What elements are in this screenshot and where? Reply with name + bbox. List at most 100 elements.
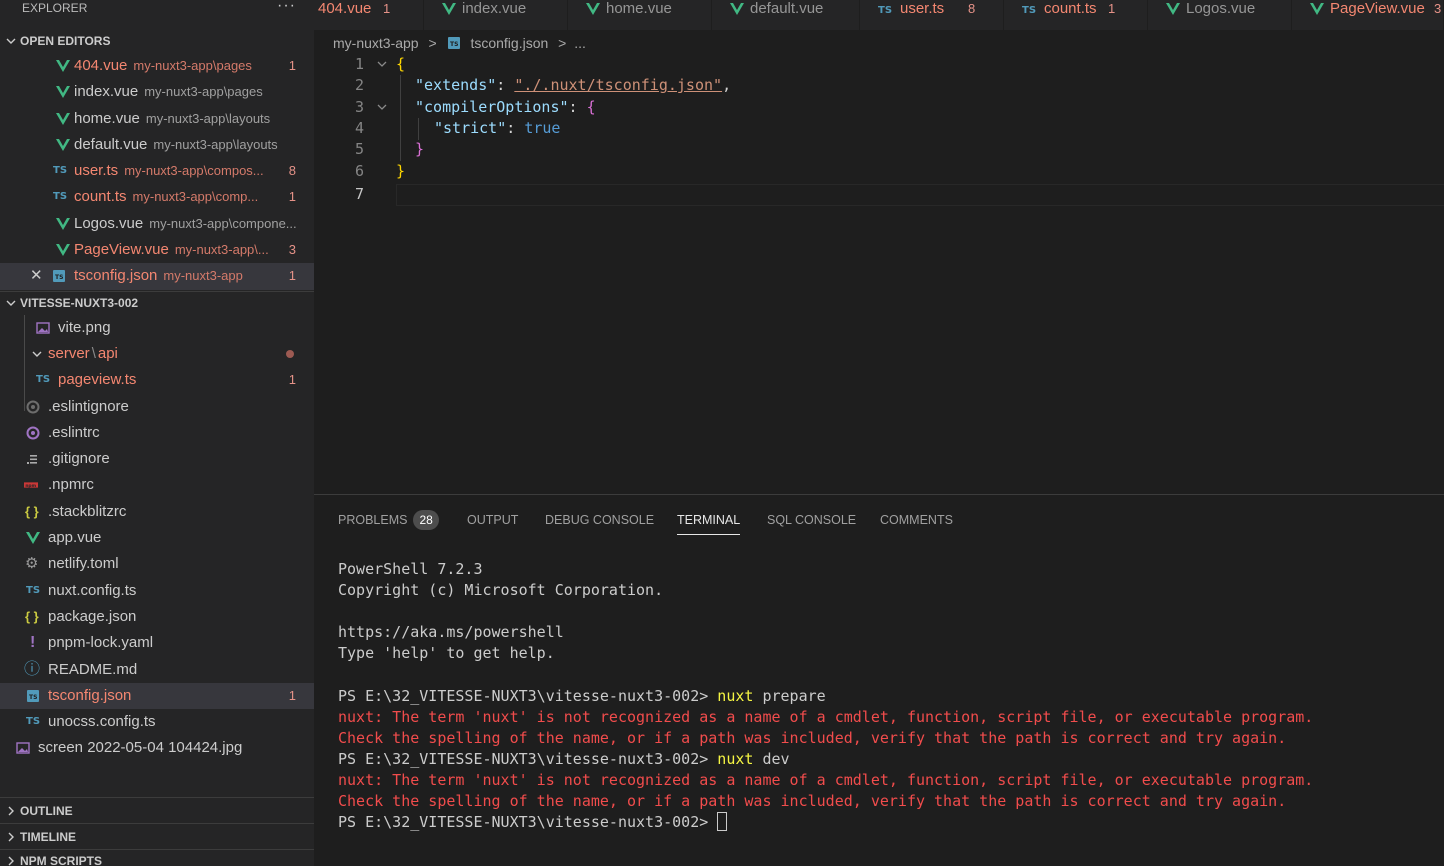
- open-editor-count-ts[interactable]: TS count.ts my-nuxt3-app\comp... 1: [0, 184, 314, 210]
- file-tree: vite.png server \ api TS pageview.ts 1 .es…: [0, 314, 314, 762]
- close-icon[interactable]: ✕: [30, 263, 43, 289]
- tree-item-package-json[interactable]: { } package.json: [0, 604, 314, 630]
- tree-item-eslintignore[interactable]: .eslintignore: [0, 394, 314, 420]
- tab-count-ts[interactable]: TS count.ts 1: [1004, 0, 1148, 30]
- chevron-right-icon: [8, 806, 14, 816]
- explorer-title: EXPLORER ···: [0, 0, 314, 18]
- image-icon: [36, 321, 50, 334]
- json-key: "compilerOptions": [415, 97, 569, 116]
- tab-terminal[interactable]: TERMINAL: [677, 507, 741, 535]
- tab-label: SQL CONSOLE: [767, 513, 857, 527]
- file-name: .stackblitzrc: [48, 502, 127, 520]
- tree-item-stackblitzrc[interactable]: { } .stackblitzrc: [0, 499, 314, 525]
- open-editor-index-vue[interactable]: index.vue my-nuxt3-app\pages: [0, 79, 314, 105]
- timeline-label: TIMELINE: [20, 830, 76, 844]
- timeline-header[interactable]: TIMELINE: [0, 823, 314, 849]
- file-name: .gitignore: [48, 450, 110, 468]
- fold-chevron-icon[interactable]: [376, 97, 388, 118]
- tree-item-app-vue[interactable]: app.vue: [0, 525, 314, 551]
- open-editor-pageview-vue[interactable]: PageView.vue my-nuxt3-app\... 3: [0, 237, 314, 263]
- tab-output[interactable]: OUTPUT: [467, 507, 518, 535]
- ts-icon: TS: [53, 165, 68, 177]
- terminal-line: PowerShell 7.2.3: [338, 560, 483, 578]
- tree-item-pnpm-lock-yaml[interactable]: ! pnpm-lock.yaml: [0, 630, 314, 656]
- file-name: app.vue: [48, 529, 102, 547]
- tree-item-gitignore[interactable]: .gitignore: [0, 446, 314, 472]
- code-line-3: "compilerOptions": {: [396, 97, 596, 118]
- tree-item-npmrc[interactable]: npm .npmrc: [0, 472, 314, 498]
- tab-label: COMMENTS: [880, 513, 953, 527]
- project-header[interactable]: VITESSE-NUXT3-002: [0, 290, 314, 313]
- code-line-1: {: [396, 54, 405, 75]
- tree-item-vite-png[interactable]: vite.png: [0, 315, 314, 341]
- project-label: VITESSE-NUXT3-002: [20, 295, 139, 310]
- open-editor-home-vue[interactable]: home.vue my-nuxt3-app\layouts: [0, 106, 314, 132]
- terminal-output[interactable]: PowerShell 7.2.3 Copyright (c) Microsoft…: [338, 559, 1313, 833]
- open-editor-user-ts[interactable]: TS user.ts my-nuxt3-app\compos... 8: [0, 158, 314, 184]
- terminal-error-line: nuxt: The term 'nuxt' is not recognized …: [338, 707, 1314, 726]
- terminal-cursor[interactable]: [717, 812, 728, 832]
- chevron-down-icon: [32, 351, 42, 357]
- problem-count-badge: 1: [288, 268, 296, 284]
- outline-header[interactable]: OUTLINE: [0, 797, 314, 823]
- breadcrumb-symbol[interactable]: ...: [574, 33, 586, 53]
- tree-item-readme-md[interactable]: ⓘ README.md: [0, 657, 314, 683]
- file-name: nuxt.config.ts: [48, 581, 137, 599]
- file-path: my-nuxt3-app\...: [174, 242, 269, 258]
- tab-user-ts[interactable]: TS user.ts 8: [860, 0, 1004, 30]
- more-actions-icon[interactable]: ···: [277, 0, 296, 14]
- folder-name: api: [97, 344, 118, 362]
- tree-folder-server-api[interactable]: server \ api: [0, 341, 314, 367]
- file-name: vite.png: [58, 318, 111, 336]
- npm-icon: npm: [24, 482, 38, 489]
- tab-comments[interactable]: COMMENTS: [880, 507, 953, 535]
- json-boolean: true: [524, 118, 561, 137]
- npm-scripts-header[interactable]: NPM SCRIPTS: [0, 849, 314, 866]
- tree-item-nuxt-config-ts[interactable]: TS nuxt.config.ts: [0, 578, 314, 604]
- terminal-error-line: Check the spelling of the name, or if a …: [338, 792, 1287, 811]
- tree-item-pageview-ts[interactable]: TS pageview.ts 1: [0, 367, 314, 393]
- tree-item-netlify-toml[interactable]: ⚙ netlify.toml: [0, 551, 314, 577]
- tab-default-vue[interactable]: default.vue: [712, 0, 860, 30]
- tab-home-vue[interactable]: home.vue: [568, 0, 712, 30]
- eslint-ignore-icon: [26, 400, 40, 414]
- open-editor-404-vue[interactable]: 404.vue my-nuxt3-app\pages 1: [0, 53, 314, 79]
- json-key: "extends": [415, 76, 497, 95]
- fold-chevron-icon[interactable]: [376, 54, 388, 75]
- open-editor-logos-vue[interactable]: Logos.vue my-nuxt3-app\compone...: [0, 211, 314, 237]
- breadcrumb-file[interactable]: tsconfig.json: [470, 33, 548, 53]
- line-number: 6: [354, 161, 364, 180]
- problem-count-badge: 1: [288, 687, 296, 703]
- npm-scripts-label: NPM SCRIPTS: [20, 854, 103, 866]
- ts-icon: TS: [26, 716, 41, 728]
- chevron-down-icon: [6, 38, 16, 44]
- chevron-right-icon: [8, 832, 14, 842]
- terminal-argument: prepare: [753, 686, 826, 705]
- open-editor-tsconfig-json[interactable]: ✕ TS tsconfig.json my-nuxt3-app 1: [0, 263, 314, 290]
- tree-item-eslintrc[interactable]: .eslintrc: [0, 420, 314, 446]
- open-editors-header[interactable]: OPEN EDITORS: [0, 30, 314, 52]
- file-name: screen 2022-05-04 104424.jpg: [38, 739, 243, 757]
- tab-sql-console[interactable]: SQL CONSOLE: [767, 507, 856, 535]
- file-name: README.md: [48, 660, 138, 678]
- tab-pageview-vue[interactable]: PageView.vue 3: [1292, 0, 1444, 30]
- file-name: 404.vue: [74, 57, 128, 74]
- tab-index-vue[interactable]: index.vue: [424, 0, 568, 30]
- tab-logos-vue[interactable]: Logos.vue: [1148, 0, 1292, 30]
- tab-problems[interactable]: PROBLEMS 28: [338, 507, 439, 535]
- tab-debug-console[interactable]: DEBUG CONSOLE: [545, 507, 654, 535]
- file-path: my-nuxt3-app\comp...: [132, 189, 259, 205]
- problem-count-badge: 1: [288, 189, 296, 205]
- json-string-link[interactable]: "./.nuxt/tsconfig.json": [514, 76, 722, 94]
- terminal-error-line: nuxt: The term 'nuxt' is not recognized …: [338, 770, 1314, 789]
- breadcrumb-folder[interactable]: my-nuxt3-app: [333, 33, 419, 53]
- terminal-link[interactable]: https://aka.ms/powershell: [338, 622, 1313, 643]
- tab-404-vue[interactable]: 404.vue 1: [314, 0, 424, 30]
- tree-item-unocss-config-ts[interactable]: TS unocss.config.ts: [0, 709, 314, 735]
- open-editor-default-vue[interactable]: default.vue my-nuxt3-app\layouts: [0, 132, 314, 158]
- tree-item-screen-jpg[interactable]: screen 2022-05-04 104424.jpg: [0, 735, 314, 761]
- tree-item-tsconfig-json[interactable]: TS tsconfig.json 1: [0, 682, 314, 710]
- file-name: unocss.config.ts: [48, 713, 156, 731]
- file-name: Logos.vue: [74, 214, 144, 232]
- code-editor[interactable]: 1 2 3 4 5 6 7 { "extends": "./.nuxt/tsco…: [314, 54, 1444, 494]
